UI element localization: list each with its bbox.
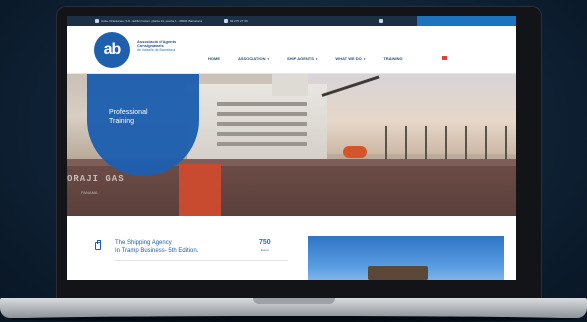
map-pin-icon <box>95 19 99 23</box>
spain-flag-icon[interactable] <box>442 56 447 60</box>
linkedin-icon[interactable] <box>379 19 383 23</box>
nav-item-home[interactable]: HOME <box>208 56 220 61</box>
content-section: The Shipping Agency In Tramp Business- 5… <box>67 216 516 280</box>
course-title[interactable]: The Shipping Agency In Tramp Business- 5… <box>115 239 255 255</box>
nav-item-what-we-do[interactable]: WHAT WE DO ▾ <box>335 56 365 61</box>
hero-banner: ORAJI GAS PANAMA Professional Training <box>67 74 516 216</box>
chevron-down-icon: ▾ <box>363 56 366 61</box>
nav-item-label: SHIP AGENTS <box>287 56 314 61</box>
site-header: ab Associació d'Agents Consignataris de … <box>67 26 516 74</box>
divider <box>115 260 287 261</box>
nav-item-label: TRAINING <box>383 56 403 61</box>
main-nav: HOME ASSOCIATION ▾ SHIP AGENTS ▾ WHAT WE… <box>208 56 421 61</box>
course-photo[interactable] <box>308 236 504 280</box>
chevron-down-icon: ▾ <box>267 56 269 61</box>
hull-port: PANAMA <box>81 190 98 195</box>
phone-text[interactable]: 93 270 27 30 <box>230 19 248 23</box>
brand-line-3: de Vaixells de Barcelona <box>137 48 176 52</box>
badge-line-2: Training <box>109 118 135 125</box>
course-price-unit: Euros <box>261 248 269 252</box>
phone-icon <box>224 19 229 23</box>
address-text: Avda. Drassanes, 6-8 - Edifici Colom, pl… <box>101 19 203 23</box>
topbar-address: Avda. Drassanes, 6-8 - Edifici Colom, pl… <box>95 19 202 23</box>
nav-item-ship-agents[interactable]: SHIP AGENTS ▾ <box>287 56 317 61</box>
document-icon <box>95 240 101 250</box>
nav-item-label: WHAT WE DO <box>335 56 362 61</box>
hull-name: ORAJI GAS <box>67 174 125 184</box>
hero-badge-text: Professional Training <box>109 108 148 126</box>
nav-item-association[interactable]: ASSOCIATION ▾ <box>238 56 269 61</box>
topbar-phone[interactable]: 93 270 27 30 <box>224 19 248 23</box>
top-info-bar: Avda. Drassanes, 6-8 - Edifici Colom, pl… <box>67 16 516 26</box>
nav-item-training[interactable]: TRAINING <box>383 56 402 61</box>
chevron-down-icon: ▾ <box>315 56 318 61</box>
course-title-line-1: The Shipping Agency <box>115 240 172 246</box>
course-price: 750 <box>259 239 271 246</box>
brand-mark: ab <box>103 41 122 58</box>
brand-name[interactable]: Associació d'Agents Consignataris de Vai… <box>137 40 207 53</box>
badge-line-1: Professional <box>109 109 148 116</box>
brand-logo[interactable]: ab <box>94 32 130 68</box>
browser-screen: Avda. Drassanes, 6-8 - Edifici Colom, pl… <box>67 16 516 280</box>
topbar-accent-block <box>417 16 516 26</box>
ship-funnel <box>272 74 308 96</box>
laptop-notch <box>253 298 335 304</box>
nav-item-label: HOME <box>208 56 220 61</box>
red-structure <box>179 164 221 216</box>
course-title-line-2: In Tramp Business- 5th Edition. <box>115 248 199 254</box>
ship-superstructure <box>187 84 327 170</box>
ship-lifeboat <box>343 146 367 158</box>
nav-item-label: ASSOCIATION <box>238 56 266 61</box>
laptop-shadow <box>10 316 577 322</box>
